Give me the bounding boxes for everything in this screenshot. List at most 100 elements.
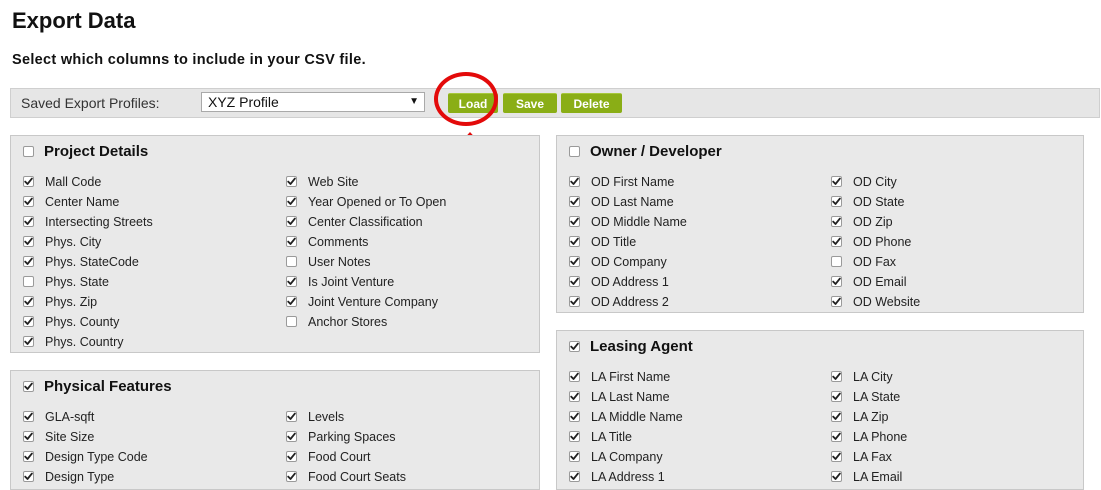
checkbox-checked[interactable] — [831, 471, 842, 482]
save-button[interactable]: Save — [503, 93, 557, 113]
checkbox-checked[interactable] — [831, 391, 842, 402]
checkbox-label: Design Type Code — [45, 450, 148, 464]
checkbox-unchecked[interactable] — [831, 256, 842, 267]
delete-button[interactable]: Delete — [561, 93, 622, 113]
panel-header: Leasing Agent — [557, 331, 1083, 361]
panel-header: Project Details — [11, 136, 539, 166]
checkbox-checked[interactable] — [831, 276, 842, 287]
checkbox-checked[interactable] — [23, 471, 34, 482]
checkbox-checked[interactable] — [23, 296, 34, 307]
checkbox-checked[interactable] — [23, 236, 34, 247]
checkbox-checked[interactable] — [831, 371, 842, 382]
checkbox-label: OD Address 2 — [591, 295, 669, 309]
profile-select[interactable]: XYZ Profile ▼ — [201, 92, 425, 112]
panel-header: Physical Features — [11, 371, 539, 401]
checkbox-label: Site Size — [45, 430, 95, 444]
checkbox-checked[interactable] — [831, 236, 842, 247]
checkbox-label: Food Court Seats — [308, 470, 406, 484]
checkbox-label: Phys. State — [45, 275, 109, 289]
checkbox-label: OD Company — [591, 255, 667, 269]
checkbox-label: Is Joint Venture — [308, 275, 395, 289]
checkbox-checked[interactable] — [569, 451, 580, 462]
checkbox-checked[interactable] — [831, 296, 842, 307]
checkbox-checked[interactable] — [23, 176, 34, 187]
checkbox-label: Mall Code — [45, 175, 102, 189]
panel-owner-developer: Owner / Developer OD First Name OD Last N… — [556, 135, 1084, 313]
checkbox-checked[interactable] — [569, 391, 580, 402]
checkbox-checked[interactable] — [831, 431, 842, 442]
checkbox-label: Comments — [308, 235, 369, 249]
checkbox-label: LA Email — [853, 470, 903, 484]
checkbox-label: OD Address 1 — [591, 275, 669, 289]
checkbox-checked[interactable] — [23, 431, 34, 442]
section-checkbox[interactable] — [23, 381, 34, 392]
checkbox-label: OD First Name — [591, 175, 675, 189]
section-title: Owner / Developer — [590, 143, 722, 160]
checkbox-checked[interactable] — [286, 451, 297, 462]
checkbox-checked[interactable] — [831, 196, 842, 207]
checkbox-unchecked[interactable] — [286, 316, 297, 327]
section-checkbox[interactable] — [569, 341, 580, 352]
checkbox-checked[interactable] — [23, 411, 34, 422]
checkbox-unchecked[interactable] — [23, 276, 34, 287]
checkbox-checked[interactable] — [286, 471, 297, 482]
checkbox-checked[interactable] — [569, 431, 580, 442]
checkbox-label: Phys. Country — [45, 335, 124, 349]
checkbox-checked[interactable] — [831, 451, 842, 462]
checkbox-checked[interactable] — [569, 256, 580, 267]
checkbox-checked[interactable] — [569, 471, 580, 482]
checkbox-label: LA Address 1 — [591, 470, 665, 484]
panel-header: Owner / Developer — [557, 136, 1083, 166]
checkbox-checked[interactable] — [286, 196, 297, 207]
checkbox-checked[interactable] — [23, 336, 34, 347]
checkbox-label: OD City — [853, 175, 897, 189]
checkbox-checked[interactable] — [569, 371, 580, 382]
checkbox-checked[interactable] — [23, 216, 34, 227]
checkbox-checked[interactable] — [831, 176, 842, 187]
checkbox-checked[interactable] — [831, 216, 842, 227]
checkbox-label: OD Last Name — [591, 195, 674, 209]
section-checkbox[interactable] — [569, 146, 580, 157]
checkbox-checked[interactable] — [286, 276, 297, 287]
checkbox-checked[interactable] — [286, 411, 297, 422]
checkbox-label: Phys. StateCode — [45, 255, 139, 269]
checkbox-checked[interactable] — [286, 296, 297, 307]
checkbox-label: Center Name — [45, 195, 120, 209]
saved-profiles-bar: Saved Export Profiles: XYZ Profile ▼ Loa… — [10, 88, 1100, 118]
checkbox-checked[interactable] — [286, 236, 297, 247]
checkbox-checked[interactable] — [23, 316, 34, 327]
checkbox-checked[interactable] — [286, 216, 297, 227]
section-title: Leasing Agent — [590, 338, 693, 355]
checkbox-checked[interactable] — [569, 411, 580, 422]
checkbox-checked[interactable] — [23, 256, 34, 267]
checkbox-checked[interactable] — [831, 411, 842, 422]
checkbox-checked[interactable] — [569, 296, 580, 307]
checkbox-checked[interactable] — [23, 196, 34, 207]
checkbox-checked[interactable] — [569, 236, 580, 247]
checkbox-label: OD Fax — [853, 255, 897, 269]
checkbox-label: Anchor Stores — [308, 315, 388, 329]
section-title: Project Details — [44, 143, 149, 160]
checkbox-label: LA Title — [591, 430, 632, 444]
page-subtitle: Select which columns to include in your … — [12, 52, 366, 68]
checkbox-checked[interactable] — [286, 431, 297, 442]
checkbox-checked[interactable] — [569, 196, 580, 207]
checkbox-checked[interactable] — [569, 276, 580, 287]
checkbox-checked[interactable] — [569, 216, 580, 227]
checkbox-label: LA State — [853, 390, 901, 404]
checkbox-unchecked[interactable] — [286, 256, 297, 267]
checkbox-label: Food Court — [308, 450, 371, 464]
panel-project-details: Project Details Mall Code Center Name Inte… — [10, 135, 540, 353]
section-checkbox[interactable] — [23, 146, 34, 157]
checkbox-checked[interactable] — [569, 176, 580, 187]
checkbox-label: Joint Venture Company — [308, 295, 438, 309]
checkbox-label: Parking Spaces — [308, 430, 396, 444]
checkbox-checked[interactable] — [286, 176, 297, 187]
checkbox-label: Year Opened or To Open — [308, 195, 447, 209]
checkbox-label: OD Website — [853, 295, 921, 309]
checkbox-checked[interactable] — [23, 451, 34, 462]
checkbox-label: Levels — [308, 410, 345, 424]
checkbox-label: GLA-sqft — [45, 410, 95, 424]
checkbox-label: OD Middle Name — [591, 215, 687, 229]
dropdown-arrow-icon: ▼ — [409, 96, 419, 107]
